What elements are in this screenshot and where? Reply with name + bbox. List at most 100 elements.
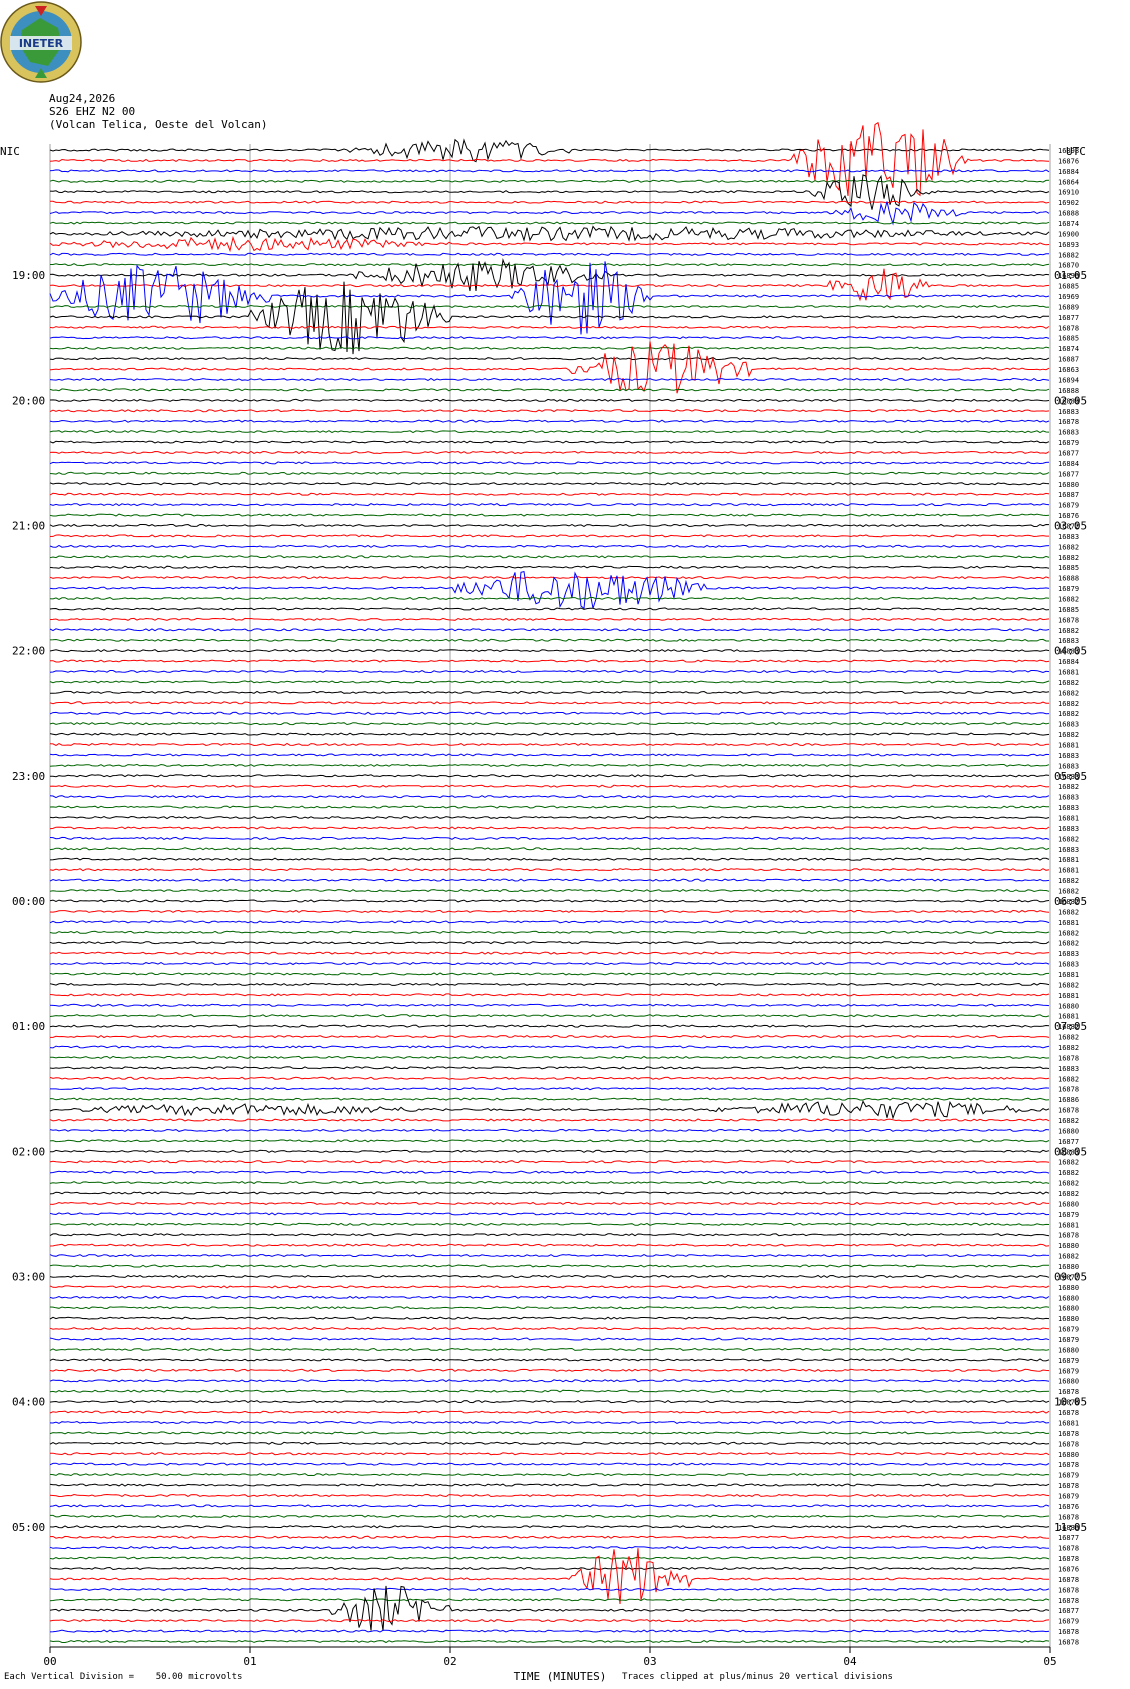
seismic-trace — [49, 1493, 1050, 1498]
seismic-trace — [49, 121, 1050, 197]
seismic-trace — [49, 638, 1049, 642]
trace-value-label: 16883 — [1058, 408, 1079, 416]
trace-value-label: 16882 — [1058, 783, 1079, 791]
seismic-trace — [49, 1170, 1050, 1174]
trace-value-label: 16878 — [1058, 1545, 1079, 1553]
seismic-trace — [49, 909, 1050, 913]
trace-value-label: 16882 — [1058, 731, 1079, 739]
trace-value-label: 16882 — [1058, 908, 1079, 916]
seismic-trace — [49, 711, 1050, 715]
seismic-trace — [49, 795, 1050, 799]
hour-label-nic: 04:00 — [12, 1396, 45, 1409]
trace-value-label: 16876 — [1058, 1503, 1079, 1511]
seismic-trace — [49, 941, 1050, 945]
trace-value-label: 16881 — [1058, 992, 1079, 1000]
seismic-trace — [49, 1619, 1050, 1623]
trace-value-label: 16882 — [1058, 700, 1079, 708]
seismic-trace — [49, 1587, 1050, 1591]
seismic-trace — [49, 753, 1050, 757]
trace-value-label: 16878 — [1058, 1086, 1079, 1094]
x-tick-label: 01 — [243, 1655, 256, 1668]
trace-value-label: 16883 — [1058, 721, 1079, 729]
trace-value-label: 16883 — [1058, 950, 1079, 958]
trace-value-label: 16878 — [1058, 1555, 1079, 1563]
seismic-trace — [49, 357, 1050, 361]
seismic-trace — [49, 281, 1049, 355]
seismic-trace — [49, 341, 1050, 394]
trace-value-label: 16879 — [1058, 585, 1079, 593]
seismic-trace — [49, 847, 1050, 851]
seismic-trace — [49, 1368, 1050, 1372]
hour-label-utc: 09:05 — [1054, 1270, 1087, 1283]
trace-value-label: 16878 — [1058, 616, 1079, 624]
seismic-trace — [49, 982, 1050, 986]
seismic-trace — [49, 336, 1050, 340]
seismic-trace — [49, 1598, 1050, 1602]
seismic-trace — [49, 1566, 1049, 1571]
trace-value-label: 16878 — [1058, 1628, 1079, 1636]
trace-value-label: 16900 — [1058, 230, 1079, 238]
trace-value-label: 16888 — [1058, 210, 1079, 218]
seismic-trace — [49, 1410, 1050, 1414]
trace-value-label: 16880 — [1058, 1284, 1079, 1292]
clip-note: Traces clipped at plus/minus 20 vertical… — [622, 1672, 893, 1682]
trace-value-label: 16880 — [1058, 1242, 1079, 1250]
seismic-trace — [49, 1504, 1050, 1508]
trace-value-label: 16878 — [1058, 1461, 1079, 1469]
trace-value-label: 16878 — [1058, 1430, 1079, 1438]
trace-value-label: 16887 — [1058, 491, 1079, 499]
trace-value-label: 16882 — [1058, 1253, 1079, 1261]
trace-value-label: 16878 — [1058, 1576, 1079, 1584]
seismic-trace — [49, 993, 1050, 997]
seismic-trace — [49, 920, 1050, 924]
trace-value-label: 16878 — [1058, 1107, 1079, 1115]
seismic-trace — [49, 680, 1050, 684]
seismic-trace — [49, 482, 1050, 486]
trace-value-label: 16880 — [1058, 1315, 1079, 1323]
seismic-trace — [49, 836, 1050, 840]
trace-value-label: 16887 — [1058, 356, 1079, 364]
trace-value-label: 16882 — [1058, 981, 1079, 989]
trace-value-label: 16882 — [1058, 710, 1079, 718]
seismic-trace — [49, 930, 1050, 934]
seismic-trace — [50, 1087, 1050, 1091]
trace-value-label: 16877 — [1058, 1607, 1079, 1615]
seismic-trace — [49, 1327, 1050, 1331]
seismic-trace — [49, 1285, 1050, 1289]
trace-value-label: 16878 — [1058, 418, 1079, 426]
seismic-trace — [49, 617, 1050, 621]
trace-value-label: 16882 — [1058, 689, 1079, 697]
vertical-division-note: Each Vertical Division = 50.00 microvolt… — [4, 1672, 243, 1682]
trace-value-label: 16885 — [1058, 606, 1079, 614]
seismic-trace — [50, 1452, 1050, 1456]
seismic-trace — [49, 503, 1050, 507]
trace-value-label: 16879 — [1058, 1492, 1079, 1500]
seismic-trace — [50, 1514, 1050, 1518]
trace-value-label: 16880 — [1058, 1127, 1079, 1135]
trace-value-label: 16876 — [1058, 157, 1079, 165]
seismic-trace — [49, 409, 1050, 413]
trace-value-label: 16882 — [1058, 940, 1079, 948]
trace-value-label: 16882 — [1058, 251, 1079, 259]
hour-label-nic: 01:00 — [12, 1020, 45, 1033]
hour-label-nic: 22:00 — [12, 645, 45, 658]
seismic-trace — [49, 252, 1050, 256]
seismic-trace — [49, 961, 1050, 966]
trace-value-label: 16881 — [1058, 1419, 1079, 1427]
trace-value-label: 16880 — [1058, 1378, 1079, 1386]
hour-label-nic: 23:00 — [12, 770, 45, 783]
hour-label-utc: 03:05 — [1054, 519, 1087, 532]
seismic-trace — [49, 1118, 1050, 1122]
trace-value-label: 16878 — [1058, 1054, 1079, 1062]
trace-value-label: 16874 — [1058, 345, 1079, 353]
trace-value-label: 16878 — [1058, 1638, 1079, 1646]
seismic-trace — [49, 1400, 1050, 1404]
seismic-trace — [49, 169, 1050, 173]
trace-value-label: 16877 — [1058, 314, 1079, 322]
trace-value-label: 16902 — [1058, 199, 1079, 207]
seismic-trace — [49, 1254, 1050, 1258]
seismic-trace — [49, 628, 1050, 632]
trace-value-label: 16881 — [1058, 669, 1079, 677]
trace-value-label: 16878 — [1058, 1232, 1079, 1240]
hour-label-nic: 00:00 — [12, 895, 45, 908]
